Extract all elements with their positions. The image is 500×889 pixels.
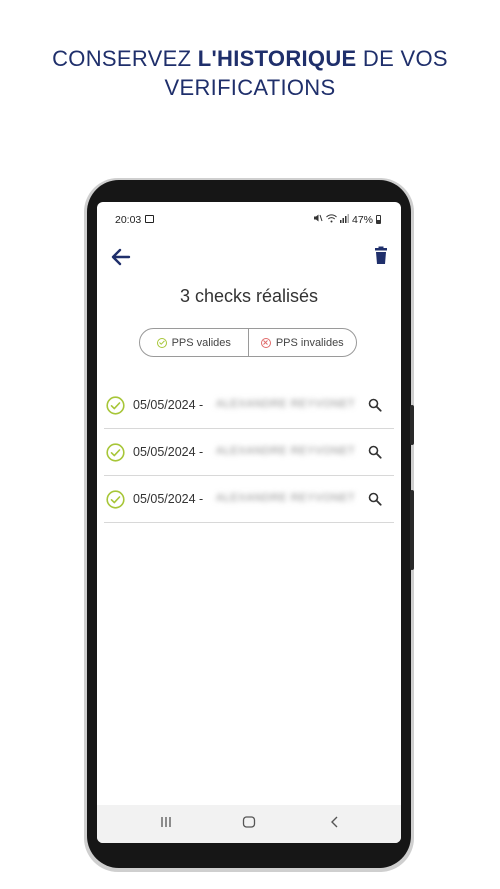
filter-invalid-label: PPS invalides xyxy=(275,336,344,349)
app-toolbar xyxy=(97,238,401,278)
trash-icon xyxy=(375,246,387,264)
check-list-item[interactable]: 05/05/2024 - ALEXANDRE REYVONET xyxy=(104,429,394,476)
recent-apps-icon[interactable] xyxy=(159,815,173,829)
check-person-name: ALEXANDRE REYVONET xyxy=(216,445,356,457)
filter-valid-button[interactable]: PPS valides xyxy=(140,329,248,356)
nav-back-icon[interactable] xyxy=(328,815,342,829)
battery-icon xyxy=(376,215,381,224)
phone-side-button xyxy=(410,405,414,445)
filter-invalid-button[interactable]: PPS invalides xyxy=(247,329,357,356)
valid-check-icon xyxy=(106,490,125,509)
check-date: 05/05/2024 - xyxy=(133,445,204,459)
check-date: 05/05/2024 - xyxy=(133,398,204,412)
filter-valid-label: PPS valides xyxy=(171,336,231,349)
status-time: 20:03 xyxy=(115,214,142,226)
valid-check-icon xyxy=(106,443,125,462)
phone-side-button xyxy=(410,490,414,570)
delete-history-button[interactable] xyxy=(371,246,391,268)
app-screen: 20:03 47% 3 checks réalisés PPS valides … xyxy=(97,202,401,843)
search-icon[interactable] xyxy=(368,445,382,459)
checks-list: 05/05/2024 - ALEXANDRE REYVONET 05/05/20… xyxy=(104,382,394,523)
system-navigation-bar xyxy=(97,805,401,843)
status-bar: 20:03 47% xyxy=(97,202,401,236)
signal-icon xyxy=(339,213,349,226)
valid-check-icon xyxy=(106,396,125,415)
status-filter: PPS valides PPS invalides xyxy=(139,328,357,357)
check-person-name: ALEXANDRE REYVONET xyxy=(216,398,356,410)
check-circle-icon xyxy=(156,337,167,348)
arrow-left-icon xyxy=(111,248,131,266)
home-icon[interactable] xyxy=(242,815,256,829)
checks-count-title: 3 checks réalisés xyxy=(179,286,319,306)
wifi-icon xyxy=(326,213,337,226)
status-icons: 47% xyxy=(313,213,381,226)
gallery-notification-icon xyxy=(145,215,154,223)
headline-emphasis: L'HISTORIQUE xyxy=(197,46,357,71)
check-list-item[interactable]: 05/05/2024 - ALEXANDRE REYVONET xyxy=(104,382,394,429)
battery-level: 47% xyxy=(351,213,373,226)
headline-line-2: VERIFICATIONS xyxy=(164,75,336,100)
check-person-name: ALEXANDRE REYVONET xyxy=(216,492,356,504)
promo-headline: CONSERVEZ L'HISTORIQUE DE VOS VERIFICATI… xyxy=(0,44,500,102)
back-button[interactable] xyxy=(109,245,133,269)
cross-circle-icon xyxy=(260,337,271,348)
check-list-item[interactable]: 05/05/2024 - ALEXANDRE REYVONET xyxy=(104,476,394,523)
search-icon[interactable] xyxy=(368,492,382,506)
search-icon[interactable] xyxy=(368,398,382,412)
headline-line-1: CONSERVEZ L'HISTORIQUE DE VOS xyxy=(52,46,448,71)
check-date: 05/05/2024 - xyxy=(133,492,204,506)
mute-icon xyxy=(313,213,323,226)
